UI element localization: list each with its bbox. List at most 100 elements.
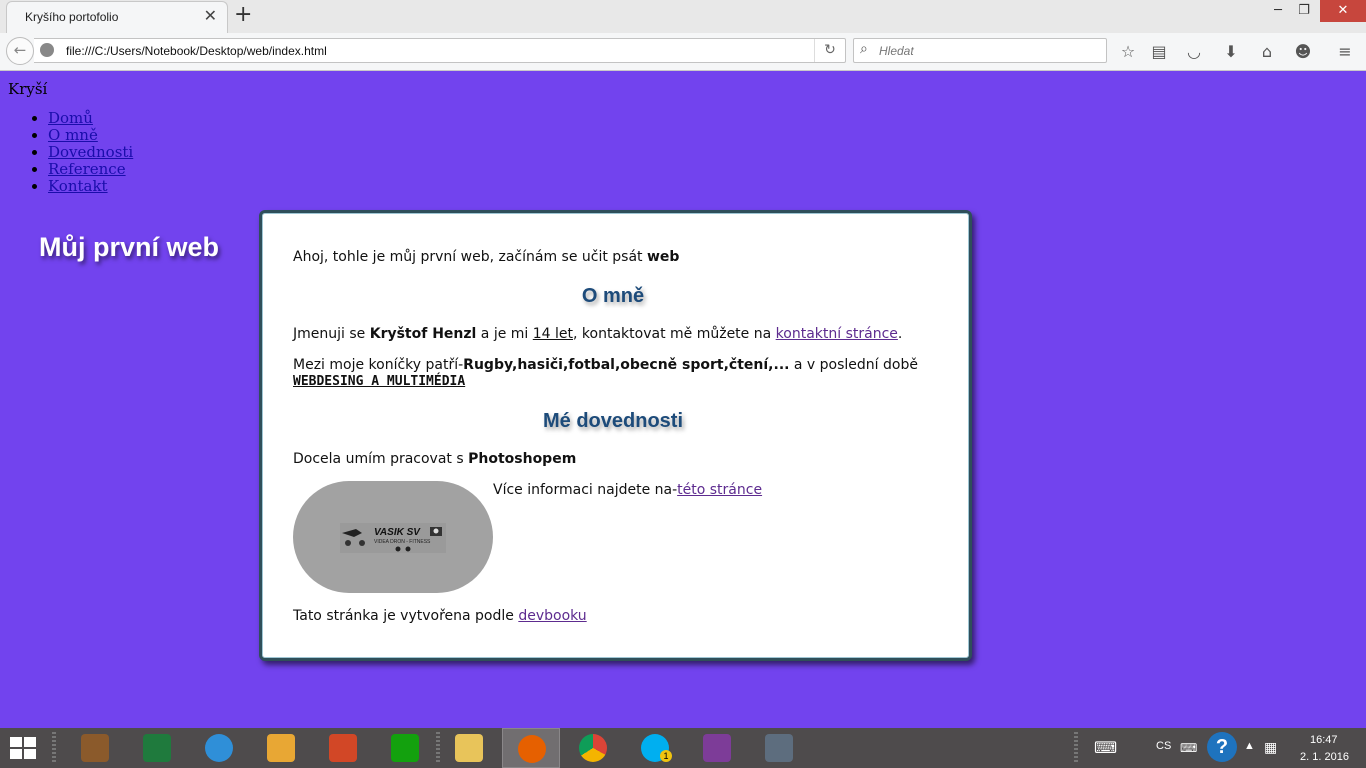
clock-time[interactable]: 16:47 bbox=[1310, 734, 1338, 746]
taskbar-internet-explorer[interactable] bbox=[190, 728, 248, 768]
active-tab[interactable]: Kryšího portofolio ✕ bbox=[6, 1, 228, 33]
skills-heading: Mé dovednosti bbox=[542, 410, 683, 432]
taskbar-chrome[interactable] bbox=[564, 728, 622, 768]
action-center-icon[interactable]: ▦ bbox=[1264, 739, 1277, 756]
logo-image: VASIK SV VIDEA DRON - FITNESS bbox=[293, 481, 493, 593]
show-hidden-icons-icon[interactable]: ▲ bbox=[1244, 740, 1255, 752]
outlook-icon bbox=[267, 734, 295, 762]
tray-grip[interactable] bbox=[1074, 732, 1078, 764]
about-text-a: Jmenuji se bbox=[293, 326, 370, 342]
skills-text: Docela umím pracovat s bbox=[293, 451, 469, 467]
content-panel: Ahoj, tohle je můj první web, začínám se… bbox=[259, 210, 972, 661]
webdesign-highlight: WEBDESING A MULTIMÉDIA bbox=[293, 374, 466, 389]
intro-text: Ahoj, tohle je můj první web, začínám se… bbox=[293, 249, 647, 265]
new-tab-button[interactable]: + bbox=[234, 4, 252, 26]
firefox-icon bbox=[518, 735, 546, 763]
reading-list-icon[interactable]: ▤ bbox=[1148, 41, 1170, 63]
taskbar-video-editor[interactable] bbox=[66, 728, 124, 768]
internet-explorer-icon bbox=[205, 734, 233, 762]
more-info-text: Více informaci najdete na- bbox=[493, 482, 678, 498]
author-age: 14 let bbox=[532, 326, 574, 342]
back-button[interactable]: ← bbox=[6, 37, 34, 65]
url-text[interactable]: file:///C:/Users/Notebook/Desktop/web/in… bbox=[66, 44, 327, 58]
nav-link-skills[interactable]: Dovednosti bbox=[48, 143, 133, 161]
star-icon[interactable]: ☆ bbox=[1117, 41, 1139, 63]
nav-link-contact[interactable]: Kontakt bbox=[48, 177, 108, 195]
address-bar[interactable]: file:///C:/Users/Notebook/Desktop/web/in… bbox=[34, 38, 846, 63]
nav-link-about[interactable]: O mně bbox=[48, 126, 98, 144]
hobbies-text-b: a v poslední době bbox=[789, 357, 918, 373]
minimize-window-button[interactable]: ─ bbox=[1264, 0, 1292, 22]
about-paragraph-1: Jmenuji se Kryštof Henzl a je mi 14 let,… bbox=[293, 326, 902, 342]
pocket-icon[interactable]: ◡ bbox=[1183, 41, 1205, 63]
hobbies-list: Rugby,hasiči,fotbal,obecně sport,čtení,.… bbox=[463, 357, 790, 373]
nav-item-references: Reference bbox=[48, 161, 133, 178]
taskbar-outlook[interactable] bbox=[252, 728, 310, 768]
site-identity-icon[interactable] bbox=[40, 43, 54, 57]
windows-start-icon[interactable] bbox=[8, 736, 38, 760]
nav-item-skills: Dovednosti bbox=[48, 144, 133, 161]
site-navigation: Domů O mně Dovednosti Reference Kontakt bbox=[8, 110, 133, 195]
about-paragraph-2: Mezi moje koníčky patří-Rugby,hasiči,fot… bbox=[293, 357, 918, 389]
tab-title: Kryšího portofolio bbox=[25, 10, 119, 24]
file-explorer-icon bbox=[455, 734, 483, 762]
taskbar-firefox[interactable] bbox=[502, 728, 560, 768]
taskbar-skype[interactable]: 1 bbox=[626, 728, 684, 768]
taskbar-grip[interactable] bbox=[52, 732, 56, 764]
store-icon bbox=[391, 734, 419, 762]
author-name: Kryštof Henzl bbox=[369, 326, 477, 342]
search-icon: ⌕ bbox=[860, 41, 868, 57]
taskbar-excel[interactable] bbox=[128, 728, 186, 768]
excel-icon bbox=[143, 734, 171, 762]
reload-icon[interactable]: ↻ bbox=[814, 39, 845, 62]
help-icon[interactable]: ? bbox=[1207, 732, 1237, 762]
navigation-toolbar: ← file:///C:/Users/Notebook/Desktop/web/… bbox=[0, 33, 1366, 71]
about-text-end: . bbox=[897, 326, 903, 342]
keyboard-layout-icon[interactable]: ⌨ bbox=[1180, 741, 1197, 755]
vasik-logo-graphic: VASIK SV VIDEA DRON - FITNESS bbox=[340, 523, 446, 553]
close-tab-icon[interactable]: ✕ bbox=[204, 8, 217, 24]
video-editor-icon bbox=[81, 734, 109, 762]
skill-photoshop: Photoshopem bbox=[468, 451, 577, 467]
intro-bold: web bbox=[647, 249, 680, 265]
menu-icon[interactable]: ≡ bbox=[1334, 41, 1356, 63]
skype-notification-badge: 1 bbox=[660, 750, 672, 762]
nav-link-references[interactable]: Reference bbox=[48, 160, 126, 178]
close-window-button[interactable]: ✕ bbox=[1320, 0, 1366, 22]
about-heading: O mně bbox=[581, 285, 645, 307]
footer-text: Tato stránka je vytvořena podle bbox=[293, 608, 519, 624]
about-text-b: a je mi bbox=[476, 326, 533, 342]
nav-link-home[interactable]: Domů bbox=[48, 109, 93, 127]
tab-strip: Kryšího portofolio ✕ + ─ ❐ ✕ bbox=[0, 0, 1366, 33]
taskbar-file-explorer[interactable] bbox=[440, 728, 498, 768]
restore-window-button[interactable]: ❐ bbox=[1290, 0, 1318, 22]
logo-subtitle: VIDEA DRON - FITNESS bbox=[374, 539, 431, 545]
about-text-c: , kontaktovat mě můžete na bbox=[573, 326, 776, 342]
home-icon[interactable]: ⌂ bbox=[1256, 41, 1278, 63]
clock-date[interactable]: 2. 1. 2016 bbox=[1300, 751, 1349, 763]
winrar-icon bbox=[703, 734, 731, 762]
hobbies-text-a: Mezi moje koníčky patří- bbox=[293, 357, 464, 373]
devbook-link[interactable]: devbooku bbox=[518, 608, 586, 624]
intro-paragraph: Ahoj, tohle je můj první web, začínám se… bbox=[293, 249, 679, 265]
arrow-left-icon: ← bbox=[13, 41, 27, 59]
hello-icon[interactable]: ☻ bbox=[1292, 41, 1314, 63]
taskbar-powerpoint[interactable] bbox=[314, 728, 372, 768]
language-indicator[interactable]: CS bbox=[1156, 740, 1171, 752]
search-placeholder: Hledat bbox=[879, 44, 914, 58]
footer-paragraph: Tato stránka je vytvořena podle devbooku bbox=[293, 608, 587, 624]
logo-title: VASIK SV bbox=[374, 527, 421, 538]
skills-paragraph: Docela umím pracovat s Photoshopem bbox=[293, 451, 576, 467]
contact-page-link[interactable]: kontaktní stránce bbox=[776, 326, 898, 342]
taskbar-pen-tool[interactable] bbox=[750, 728, 808, 768]
search-box[interactable]: ⌕ Hledat bbox=[853, 38, 1107, 63]
download-icon[interactable]: ⬇ bbox=[1220, 41, 1242, 63]
nav-item-home: Domů bbox=[48, 110, 133, 127]
more-info-link[interactable]: této stránce bbox=[677, 482, 762, 498]
touch-keyboard-icon[interactable]: ⌨ bbox=[1094, 738, 1117, 758]
powerpoint-icon bbox=[329, 734, 357, 762]
taskbar-store[interactable] bbox=[376, 728, 434, 768]
taskbar-winrar[interactable] bbox=[688, 728, 746, 768]
pen-tool-icon bbox=[765, 734, 793, 762]
page-title: Můj první web bbox=[39, 232, 220, 262]
